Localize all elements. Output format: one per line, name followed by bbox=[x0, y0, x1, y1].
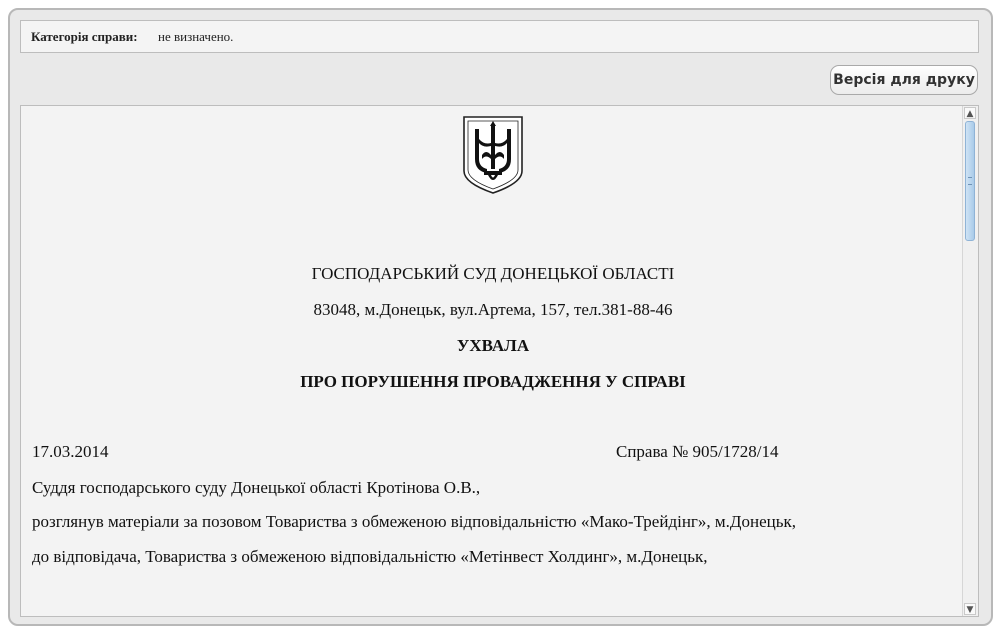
document-paragraph: розглянув матеріали за позовом Товариств… bbox=[32, 512, 797, 531]
case-viewer-panel: Категорія справи: не визначено. Версія д… bbox=[8, 8, 993, 626]
document-paragraph: Суддя господарського суду Донецької обла… bbox=[32, 478, 481, 497]
case-number: Справа № 905/1728/14 bbox=[616, 442, 779, 461]
trident-coat-of-arms-icon bbox=[463, 116, 523, 194]
document-date: 17.03.2014 bbox=[32, 442, 109, 461]
document-frame: ГОСПОДАРСЬКИЙ СУД ДОНЕЦЬКОЇ ОБЛАСТІ 8304… bbox=[20, 105, 979, 617]
document-scrollbar[interactable]: ▲ ▼ bbox=[962, 106, 978, 616]
case-category-bar: Категорія справи: не визначено. bbox=[20, 20, 979, 53]
case-category-value: не визначено. bbox=[158, 29, 234, 44]
grip-icon bbox=[968, 177, 972, 185]
document-paragraph: до відповідача, Товариства з обмеженою в… bbox=[32, 547, 708, 566]
document-subject-title: ПРО ПОРУШЕННЯ ПРОВАДЖЕННЯ У СПРАВІ bbox=[300, 372, 686, 391]
scroll-down-arrow-icon[interactable]: ▼ bbox=[964, 603, 976, 615]
court-address: 83048, м.Донецьк, вул.Артема, 157, тел.3… bbox=[313, 300, 673, 319]
document-type-title: УХВАЛА bbox=[456, 336, 530, 355]
court-name: ГОСПОДАРСЬКИЙ СУД ДОНЕЦЬКОЇ ОБЛАСТІ bbox=[311, 264, 675, 283]
document-content: ГОСПОДАРСЬКИЙ СУД ДОНЕЦЬКОЇ ОБЛАСТІ 8304… bbox=[21, 106, 963, 616]
case-category-label: Категорія справи: bbox=[31, 29, 138, 44]
print-version-button[interactable]: Версія для друку bbox=[830, 65, 978, 95]
scrollbar-thumb[interactable] bbox=[965, 121, 975, 241]
scroll-up-arrow-icon[interactable]: ▲ bbox=[964, 107, 976, 119]
